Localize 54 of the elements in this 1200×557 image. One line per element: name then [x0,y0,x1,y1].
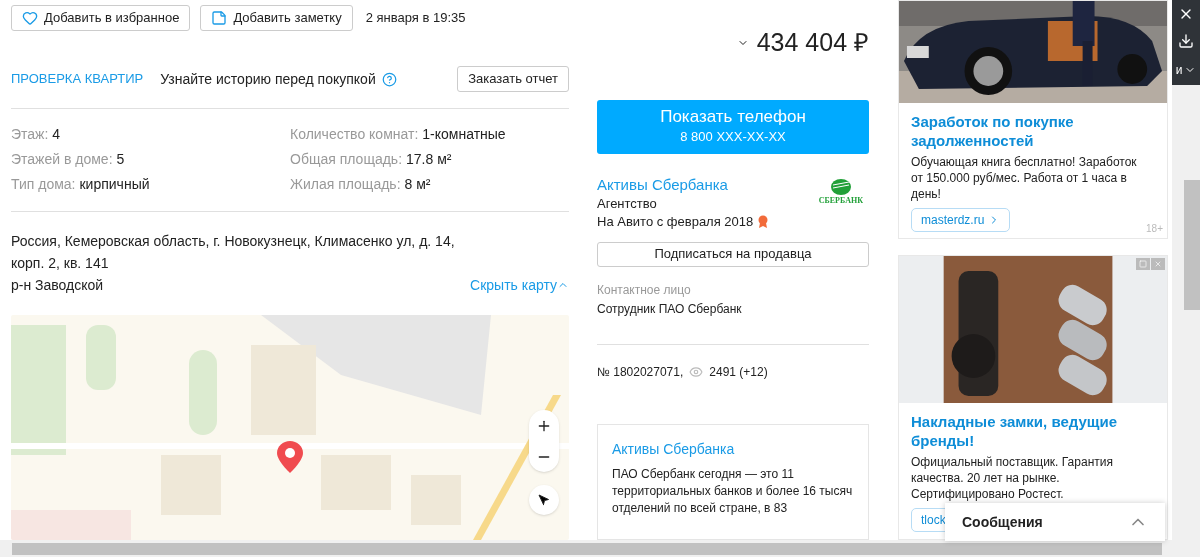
heart-icon [22,10,38,26]
param-label: Количество комнат: [290,125,419,143]
eye-icon [689,364,704,379]
check-link[interactable]: ПРОВЕРКА КВАРТИР [11,69,144,89]
ad-text: Официальный поставщик. Гарантия качества. 20 лет на рынке. Сертифицировано Ростест. [911,454,1114,502]
about-text: ПАО Сбербанк сегодня — это 11 территориальных банков и более 16 тысяч отделений по всей стране, в 83 [612,465,854,517]
arrow-icon [538,494,550,506]
contact-name: Сотрудник ПАО Сбербанк [597,300,742,318]
age-label: 18+ [1146,222,1163,236]
action-button[interactable]: Добавить заметку [200,5,353,31]
show-phone-button[interactable]: Показать телефон 8 800 XXX-XX-XX [597,99,869,154]
seller-name[interactable]: Активы Сбербанка [597,174,728,195]
note-icon [211,10,228,26]
subscribe-button[interactable]: Подписаться на продавца [597,241,869,267]
param-value: 8 м² [404,175,431,193]
param-value: 5 [116,150,125,168]
about-title[interactable]: Активы Сбербанка [612,438,854,460]
download-icon[interactable] [1178,33,1194,50]
ad-number: № 1802027071, [597,363,684,381]
param-label: Этажей в доме: [11,150,113,168]
ad-card[interactable]: Заработок по покупке задолженностей Обучающая книга бесплатно! Заработок от 150.000 руб/мес. Работа от 1 часа в день! masterdz.ru 18+ [898,0,1168,239]
seller-since: На Авито с февраля 2018 [597,212,754,231]
param-label: Этаж: [11,125,49,143]
seller-logo: СБЕРБАНК [818,178,863,231]
order-report-button[interactable]: Заказать отчет [457,66,569,92]
action-button[interactable]: Добавить в избранное [11,5,191,31]
ad-title[interactable]: Накладные замки, ведущие бренды! [911,412,1155,450]
map-pin-icon [277,441,303,473]
hide-map-link[interactable]: Скрыть карту [470,274,569,296]
help-icon[interactable] [381,71,397,87]
param-label: Жилая площадь: [290,175,401,193]
contact-label: Контактное лицо [597,281,691,299]
ad-text: Обучающая книга бесплатно! Заработок от 150.000 руб/мес. Работа от 1 часа в день! [911,154,1138,202]
district-text: р-н Заводской [11,276,104,295]
address-line: Россия, Кемеровская область, г. Новокузнецк, Климасенко ул, д. 14, [11,232,456,251]
param-value: 1-комнатные [422,125,506,143]
vertical-scrollbar[interactable] [1172,85,1200,540]
badge-icon [757,215,770,228]
check-text: Узнайте историю перед покупкой [160,69,376,89]
post-date: 2 января в 19:35 [365,9,466,28]
horizontal-scrollbar[interactable] [0,540,1200,557]
param-value: 17.8 м² [406,150,452,168]
ad-link-button[interactable]: masterdz.ru [911,208,1011,232]
ad-title[interactable]: Заработок по покупке задолженностей [911,112,1155,150]
param-label: Тип дома: [11,175,76,193]
address-line: корп. 2, кв. 141 [11,254,110,273]
overlay-text: и [1175,62,1183,80]
messages-toast[interactable]: Сообщения [945,503,1165,541]
view-count: 2491 (+12) [709,363,768,381]
param-value: кирпичный [79,175,150,193]
param-label: Общая площадь: [290,150,403,168]
seller-type: Агентство [597,194,657,213]
price: 434 404 ₽ [756,27,869,58]
param-value: 4 [52,125,61,143]
